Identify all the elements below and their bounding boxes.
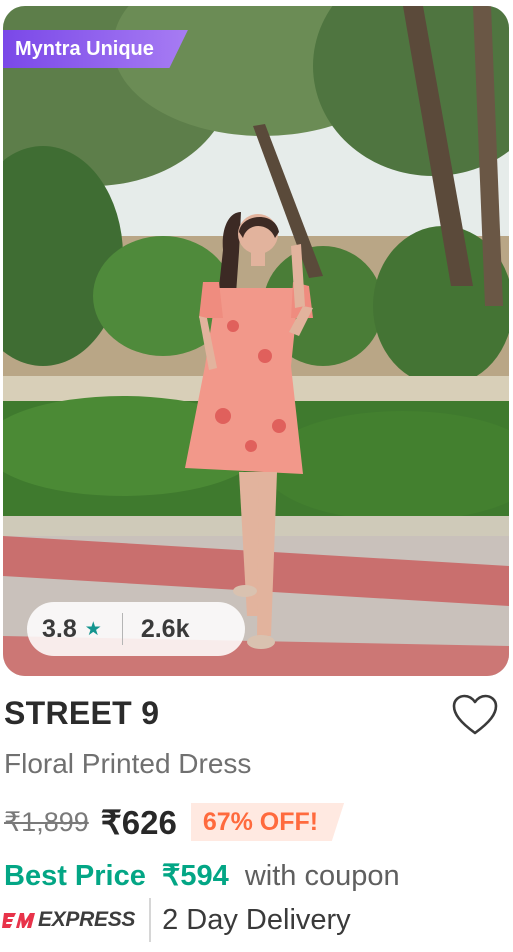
best-price-row: Best Price ₹594 with coupon [4,858,400,893]
price-row: ₹1,899 ₹626 67% OFF! [4,800,345,844]
wishlist-heart-icon[interactable] [452,694,498,736]
rating-count: 2.6k [140,614,190,643]
rating-divider [121,613,123,645]
product-title: Floral Printed Dress [4,748,252,779]
express-icon [2,913,35,928]
rating-value: 3.8 [42,614,77,643]
myntra-unique-badge: Myntra Unique [3,30,188,68]
best-price-value: ₹594 [161,860,229,892]
best-price-label: Best Price [4,860,146,892]
star-icon: ★ [84,618,102,640]
selling-price: ₹626 [100,803,177,841]
delivery-text: 2 Day Delivery [162,903,351,936]
discount-badge: 67% OFF! [190,803,345,841]
express-label: EXPRESS [38,908,136,931]
best-price-suffix: with coupon [244,860,400,892]
express-logo: EXPRESS [2,908,135,932]
product-card[interactable]: Myntra Unique 3.8 ★ 2.6k STREET 9 Floral… [0,0,513,952]
delivery-divider [149,898,152,942]
rating-pill: 3.8 ★ 2.6k [27,602,245,656]
mrp-price: ₹1,899 [4,806,89,837]
delivery-row: EXPRESS 2 Day Delivery [2,898,351,942]
product-image[interactable] [3,6,509,676]
brand-name: STREET 9 [4,695,160,731]
